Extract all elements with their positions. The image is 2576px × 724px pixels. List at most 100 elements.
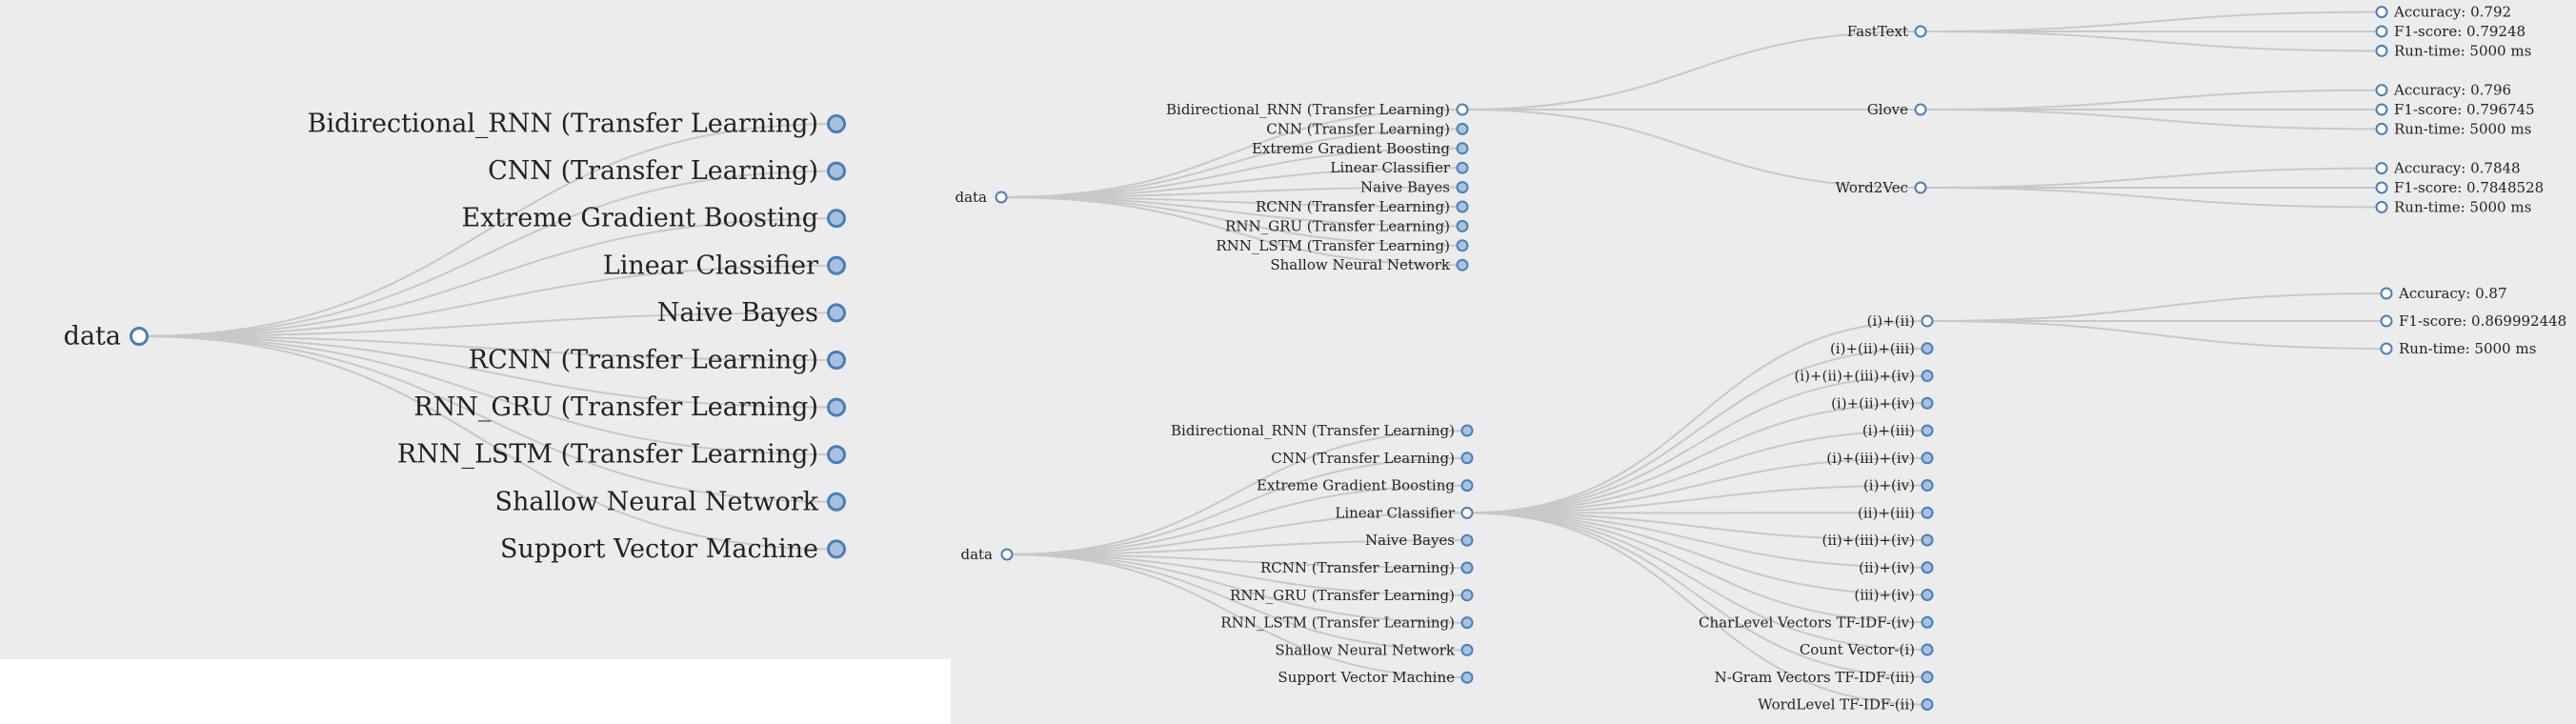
model-label: Shallow Neural Network <box>1270 256 1451 273</box>
metric-node[interactable] <box>2375 200 2388 213</box>
model-node-rcnn-transfer-learning[interactable] <box>827 351 846 370</box>
feature-label: CharLevel Vectors TF-IDF-(iv) <box>1699 613 1915 631</box>
feature-label: (i)+(iii) <box>1862 422 1915 439</box>
tree-link <box>1920 109 2383 131</box>
metric-label: Run-time: 5000 ms <box>2394 120 2531 137</box>
model-node-extreme-gradient-boosting[interactable] <box>827 209 846 229</box>
embedding-label: FastText <box>1847 23 1908 40</box>
feature-label: (i)+(ii)+(iv) <box>1831 394 1915 412</box>
model-label: CNN (Transfer Learning) <box>1271 450 1455 467</box>
root-node[interactable] <box>130 327 149 346</box>
model-node-bidirectional-rnn-transfer-learning[interactable] <box>1460 424 1474 437</box>
model-node-naive-bayes[interactable] <box>1460 533 1474 547</box>
model-label: RCNN (Transfer Learning) <box>1260 559 1455 576</box>
metric-label: F1-score: 0.7848528 <box>2394 179 2544 196</box>
model-node-rnn-gru-transfer-learning[interactable] <box>827 397 846 417</box>
root-label: data <box>955 189 987 206</box>
model-node-bidirectional-rnn-transfer-learning[interactable] <box>1456 103 1469 116</box>
model-label: Support Vector Machine <box>1278 669 1455 686</box>
model-label: Bidirectional_RNN (Transfer Learning) <box>308 110 818 139</box>
feature-node-ii-iii[interactable] <box>1921 506 1934 519</box>
feature-label: (iii)+(iv) <box>1854 587 1915 604</box>
embedding-node-word2vec[interactable] <box>1914 181 1927 194</box>
model-label: Shallow Neural Network <box>1275 641 1456 658</box>
metric-label: F1-score: 0.869992448 <box>2399 312 2566 330</box>
feature-node-count-vector-i[interactable] <box>1921 643 1934 656</box>
feature-label: Count Vector-(i) <box>1800 641 1915 658</box>
model-node-shallow-neural-network[interactable] <box>827 492 846 512</box>
feature-node-n-gram-vectors-tf-idf-iii[interactable] <box>1921 671 1934 684</box>
model-node-support-vector-machine[interactable] <box>1460 671 1474 684</box>
model-node-shallow-neural-network[interactable] <box>1456 258 1469 272</box>
model-node-cnn-transfer-learning[interactable] <box>827 161 846 181</box>
model-node-cnn-transfer-learning[interactable] <box>1456 122 1469 135</box>
feature-node-wordlevel-tf-idf-ii[interactable] <box>1921 698 1934 711</box>
feature-node-i-iii-iv[interactable] <box>1921 452 1934 465</box>
metric-label: Accuracy: 0.87 <box>2398 285 2507 302</box>
model-node-linear-classifier[interactable] <box>1456 161 1469 174</box>
metric-label: Accuracy: 0.7848 <box>2393 160 2521 177</box>
metric-node[interactable] <box>2375 162 2388 175</box>
feature-node-i-ii-iii[interactable] <box>1921 342 1934 355</box>
feature-node-i-iv[interactable] <box>1921 479 1934 492</box>
metric-node[interactable] <box>2375 84 2388 97</box>
model-node-rnn-gru-transfer-learning[interactable] <box>1456 219 1469 232</box>
model-node-rnn-lstm-transfer-learning[interactable] <box>1456 239 1469 252</box>
metric-node[interactable] <box>2380 342 2393 355</box>
feature-node-i-ii-iv[interactable] <box>1921 396 1934 410</box>
model-node-bidirectional-rnn-transfer-learning[interactable] <box>827 114 846 133</box>
feature-node-ii-iv[interactable] <box>1921 561 1934 574</box>
metric-node[interactable] <box>2375 122 2388 135</box>
model-node-linear-classifier[interactable] <box>1460 506 1474 519</box>
embedding-node-glove[interactable] <box>1914 103 1927 116</box>
model-node-extreme-gradient-boosting[interactable] <box>1456 142 1469 155</box>
model-label: Linear Classifier <box>1335 504 1455 521</box>
model-node-rnn-lstm-transfer-learning[interactable] <box>827 445 846 465</box>
model-node-naive-bayes[interactable] <box>1456 181 1469 194</box>
metric-node[interactable] <box>2375 103 2388 116</box>
left-panel: data Bidirectional_RNN (Transfer Learning… <box>0 0 951 659</box>
metric-label: Accuracy: 0.792 <box>2393 4 2511 21</box>
feature-node-i-ii[interactable] <box>1921 314 1934 328</box>
root-label: data <box>64 322 121 352</box>
feature-label: N-Gram Vectors TF-IDF-(iii) <box>1715 669 1915 686</box>
model-node-rcnn-transfer-learning[interactable] <box>1456 200 1469 213</box>
model-label: Linear Classifier <box>603 251 818 280</box>
model-node-naive-bayes[interactable] <box>827 303 846 323</box>
feature-node-iii-iv[interactable] <box>1921 589 1934 601</box>
embedding-node-fasttext[interactable] <box>1914 25 1927 38</box>
model-node-rcnn-transfer-learning[interactable] <box>1460 561 1474 574</box>
model-label: RNN_GRU (Transfer Learning) <box>413 392 818 422</box>
model-label: Extreme Gradient Boosting <box>462 204 819 233</box>
root-node[interactable] <box>995 191 1008 204</box>
feature-node-charlevel-vectors-tf-idf-iv[interactable] <box>1921 615 1934 629</box>
tree-link <box>1461 30 1922 111</box>
metric-node[interactable] <box>2375 6 2388 19</box>
model-node-cnn-transfer-learning[interactable] <box>1460 452 1474 465</box>
root-node[interactable] <box>1000 548 1014 561</box>
model-node-support-vector-machine[interactable] <box>827 539 846 559</box>
model-node-rnn-lstm-transfer-learning[interactable] <box>1460 616 1474 630</box>
root-label: data <box>960 546 993 563</box>
metric-node[interactable] <box>2380 314 2393 328</box>
model-label: RNN_LSTM (Transfer Learning) <box>1216 237 1450 254</box>
metric-label: Run-time: 5000 ms <box>2394 42 2531 59</box>
metric-node[interactable] <box>2375 25 2388 38</box>
model-label: CNN (Transfer Learning) <box>488 156 818 186</box>
feature-node-ii-iii-iv[interactable] <box>1921 533 1934 547</box>
metric-node[interactable] <box>2375 44 2388 57</box>
model-node-extreme-gradient-boosting[interactable] <box>1460 479 1474 493</box>
model-label: RCNN (Transfer Learning) <box>1256 198 1450 215</box>
model-node-linear-classifier[interactable] <box>827 255 846 275</box>
model-node-rnn-gru-transfer-learning[interactable] <box>1460 589 1474 602</box>
feature-node-i-ii-iii-iv[interactable] <box>1921 370 1934 382</box>
metric-node[interactable] <box>2375 181 2388 194</box>
model-node-shallow-neural-network[interactable] <box>1460 643 1474 656</box>
model-label: RNN_LSTM (Transfer Learning) <box>1220 614 1455 632</box>
tree-link <box>1466 512 1928 596</box>
metric-node[interactable] <box>2380 287 2393 300</box>
tree-link <box>1926 292 2387 322</box>
model-label: Extreme Gradient Boosting <box>1257 477 1455 494</box>
feature-label: WordLevel TF-IDF-(ii) <box>1758 696 1915 714</box>
feature-node-i-iii[interactable] <box>1921 424 1934 437</box>
